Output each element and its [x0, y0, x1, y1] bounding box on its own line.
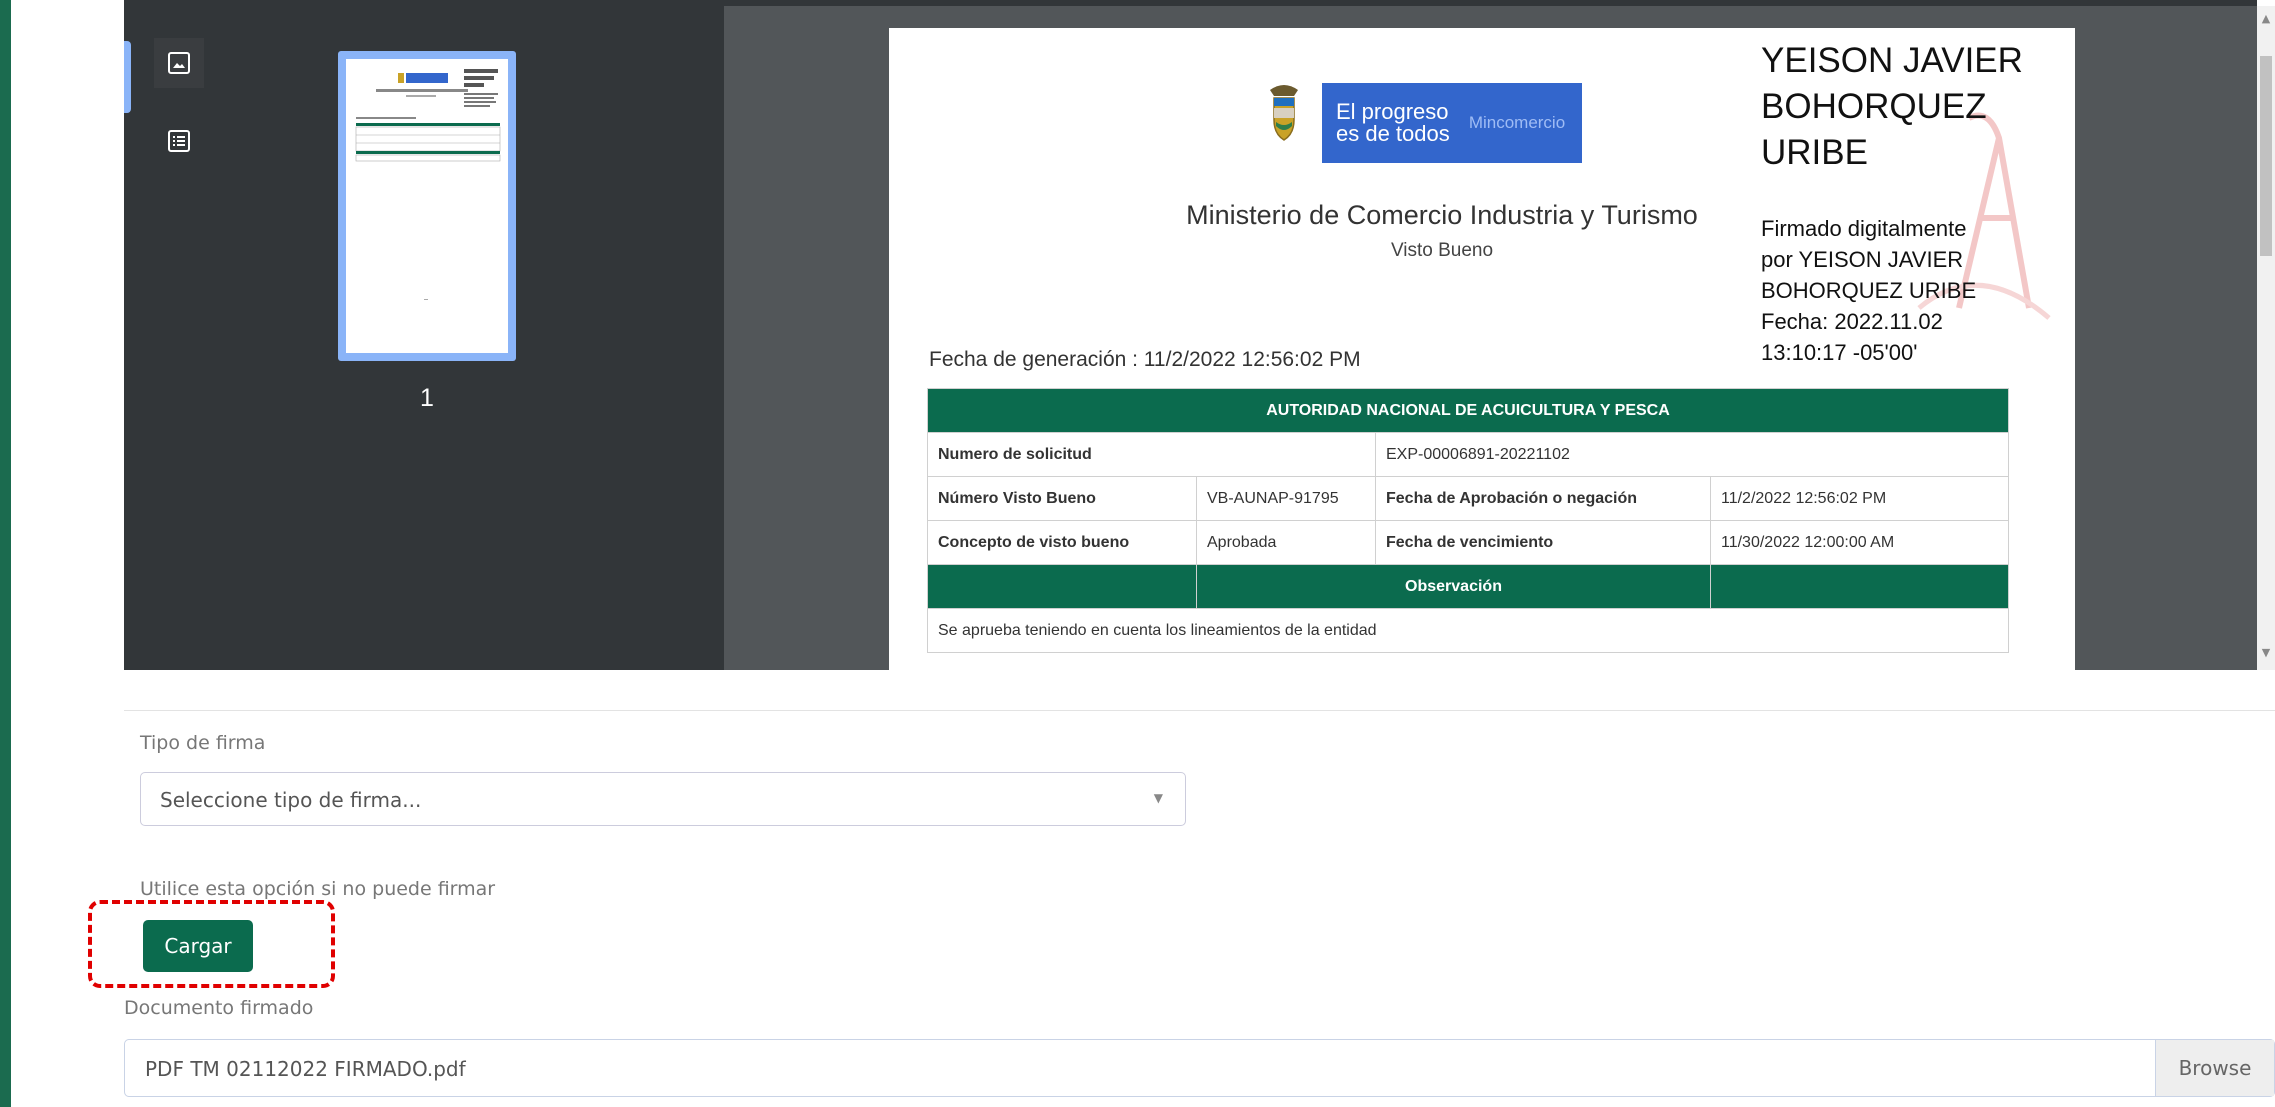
signature-detail-line: 13:10:17 -05'00'	[1761, 340, 1918, 365]
image-icon	[168, 52, 190, 74]
table-cell-label: Numero de solicitud	[927, 432, 1376, 477]
signature-type-placeholder: Seleccione tipo de firma...	[160, 788, 422, 812]
signature-detail-line: Fecha: 2022.11.02	[1761, 309, 1943, 334]
table-row: Numero de solicitud EXP-00006891-2022110…	[927, 432, 2009, 477]
table-cell-value: Aprobada	[1196, 520, 1376, 565]
active-tab-indicator	[124, 41, 131, 113]
scroll-up-icon[interactable]: ▲	[2260, 12, 2272, 26]
brand-line1: El progreso	[1336, 99, 1449, 124]
document-subtitle: Visto Bueno	[1390, 240, 1494, 261]
table-row: Concepto de visto bueno Aprobada Fecha d…	[927, 520, 2009, 565]
signature-detail-line: Firmado digitalmente	[1761, 216, 1967, 241]
table-cell-value: EXP-00006891-20221102	[1375, 432, 2009, 477]
brand-logo: El progreso es de todos Mincomercio	[1322, 83, 1582, 163]
viewer-scrollbar[interactable]: ▲ ▼	[2257, 6, 2275, 670]
pdf-viewer: 1 El progreso es de todos Mincomercio Mi…	[124, 6, 2257, 670]
table-cell-label: Fecha de Aprobación o negación	[1375, 476, 1711, 521]
thumbnail-page-preview	[346, 59, 508, 353]
signed-document-label: Documento firmado	[124, 997, 314, 1019]
table-cell-label: Número Visto Bueno	[927, 476, 1197, 521]
table-header-row: AUTORIDAD NACIONAL DE ACUICULTURA Y PESC…	[927, 388, 2009, 433]
brand-right: Mincomercio	[1468, 113, 1566, 132]
signature-detail-line: BOHORQUEZ URIBE	[1761, 278, 1977, 303]
pdf-page: El progreso es de todos Mincomercio Mini…	[889, 28, 2075, 670]
outline-tab-button[interactable]	[154, 116, 204, 166]
scroll-down-icon[interactable]: ▼	[2260, 646, 2272, 660]
signer-name-line: YEISON JAVIER	[1761, 41, 2023, 80]
table-row: Número Visto Bueno VB-AUNAP-91795 Fecha …	[927, 476, 2009, 521]
list-icon	[168, 130, 190, 152]
thumbnails-tab-button[interactable]	[154, 38, 204, 88]
colombia-seal-icon	[1270, 85, 1298, 141]
thumbnail-page-number: 1	[420, 384, 434, 412]
table-row: Se aprueba teniendo en cuenta los lineam…	[927, 608, 2009, 653]
observation-text: Se aprueba teniendo en cuenta los lineam…	[927, 608, 2009, 653]
left-accent-bar	[0, 0, 11, 1107]
table-cell-label: Concepto de visto bueno	[927, 520, 1197, 565]
scrollbar-thumb[interactable]	[2260, 56, 2272, 256]
table-cell-value: VB-AUNAP-91795	[1196, 476, 1376, 521]
chevron-down-icon: ▼	[1153, 791, 1163, 805]
table-subheader-row: Observación	[927, 564, 2009, 609]
signer-name-line: BOHORQUEZ	[1761, 87, 1987, 126]
browse-button[interactable]: Browse	[2155, 1040, 2274, 1096]
pdf-sidebar: 1	[124, 6, 724, 670]
signed-document-filename: PDF TM 02112022 FIRMADO.pdf	[145, 1057, 466, 1081]
page-thumbnail[interactable]	[338, 51, 516, 361]
ministry-title: Ministerio de Comercio Industria y Turis…	[1186, 200, 1698, 230]
signer-name-line: URIBE	[1761, 133, 1868, 172]
signed-document-file-input[interactable]: PDF TM 02112022 FIRMADO.pdf Browse	[124, 1039, 2275, 1097]
table-cell-label: Fecha de vencimiento	[1375, 520, 1711, 565]
generation-date: Fecha de generación : 11/2/2022 12:56:02…	[929, 348, 1361, 371]
table-cell-value: 11/30/2022 12:00:00 AM	[1710, 520, 2009, 565]
digital-signature: YEISON JAVIER BOHORQUEZ URIBE Firmado di…	[1761, 38, 2071, 378]
signature-type-select[interactable]: Seleccione tipo de firma... ▼	[140, 772, 1186, 826]
observation-header: Observación	[1196, 564, 1711, 609]
approval-table: AUTORIDAD NACIONAL DE ACUICULTURA Y PESC…	[927, 388, 2009, 653]
signature-type-label: Tipo de firma	[140, 732, 266, 754]
table-header: AUTORIDAD NACIONAL DE ACUICULTURA Y PESC…	[927, 388, 2009, 433]
brand-line2: es de todos	[1336, 121, 1450, 146]
section-divider	[124, 710, 2275, 711]
signature-detail-line: por YEISON JAVIER	[1761, 247, 1964, 272]
upload-hint: Utilice esta opción si no puede firmar	[140, 878, 496, 900]
upload-button[interactable]: Cargar	[143, 920, 253, 972]
table-cell-value: 11/2/2022 12:56:02 PM	[1710, 476, 2009, 521]
